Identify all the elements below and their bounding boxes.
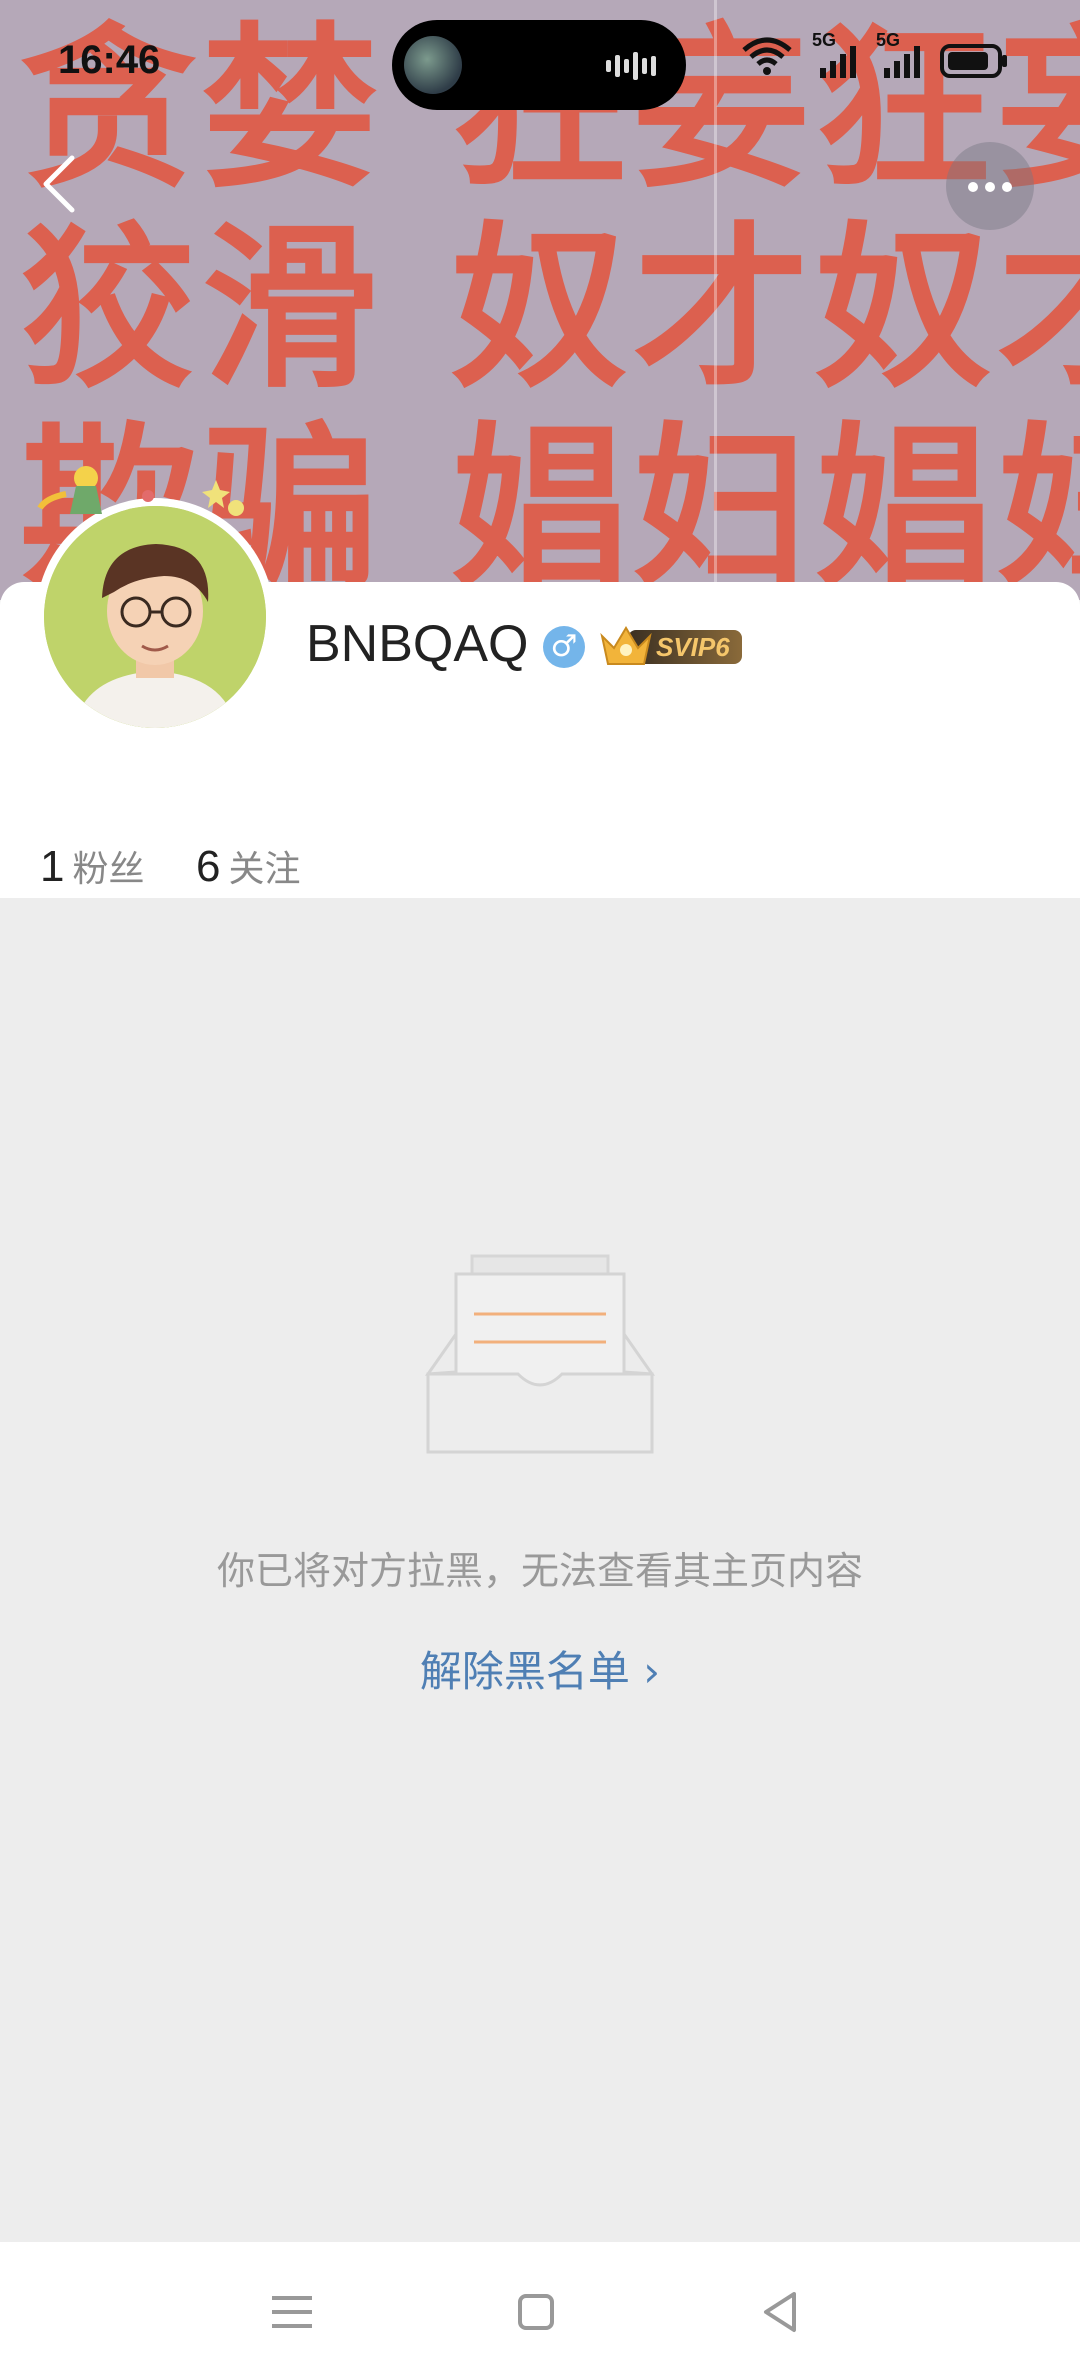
more-button[interactable] xyxy=(946,142,1034,230)
avatar-image xyxy=(44,506,266,728)
little-prince-decoration-icon xyxy=(37,466,244,516)
status-time: 16:46 xyxy=(58,38,161,82)
male-gender-icon: ♂ xyxy=(543,626,585,668)
followers-count: 1 xyxy=(40,842,65,891)
audio-wave-icon xyxy=(606,52,656,80)
signal-icon xyxy=(820,46,856,78)
followers-stat[interactable]: 1 粉丝 xyxy=(40,840,145,892)
svip-badge[interactable]: SVIP6 xyxy=(598,622,744,668)
menu-button[interactable] xyxy=(262,2282,322,2342)
triangle-back-icon xyxy=(764,2292,796,2332)
dynamic-island[interactable] xyxy=(392,20,686,110)
status-bar: 16:46 5G 5G xyxy=(0,0,1080,120)
system-nav-bar xyxy=(0,2242,1080,2376)
following-stat[interactable]: 6 关注 xyxy=(196,840,301,892)
chevron-left-icon xyxy=(43,155,75,213)
system-back-button[interactable] xyxy=(750,2282,810,2342)
more-icon-dot xyxy=(985,182,995,192)
blocked-message: 你已将对方拉黑，无法查看其主页内容 xyxy=(216,1549,863,1593)
menu-icon xyxy=(272,2296,312,2328)
more-icon-dot xyxy=(1002,182,1012,192)
username: BNBQAQ xyxy=(306,615,529,673)
avatar-illustration xyxy=(44,506,266,728)
battery-icon xyxy=(940,44,1007,78)
more-icon xyxy=(968,182,978,192)
crown-icon xyxy=(600,626,652,665)
back-button[interactable] xyxy=(34,152,90,216)
signal-icon-2 xyxy=(884,46,920,78)
home-square-icon xyxy=(518,2294,554,2330)
followers-label: 粉丝 xyxy=(72,849,145,890)
wifi-icon xyxy=(742,37,792,75)
following-count: 6 xyxy=(196,842,221,891)
empty-inbox-icon xyxy=(424,1254,656,1454)
svip-label: SVIP6 xyxy=(656,632,730,662)
following-label: 关注 xyxy=(228,849,301,890)
island-media-thumbnail xyxy=(404,36,462,94)
unblock-link[interactable]: 解除黑名单 › xyxy=(0,1638,1080,1699)
home-button[interactable] xyxy=(506,2282,566,2342)
